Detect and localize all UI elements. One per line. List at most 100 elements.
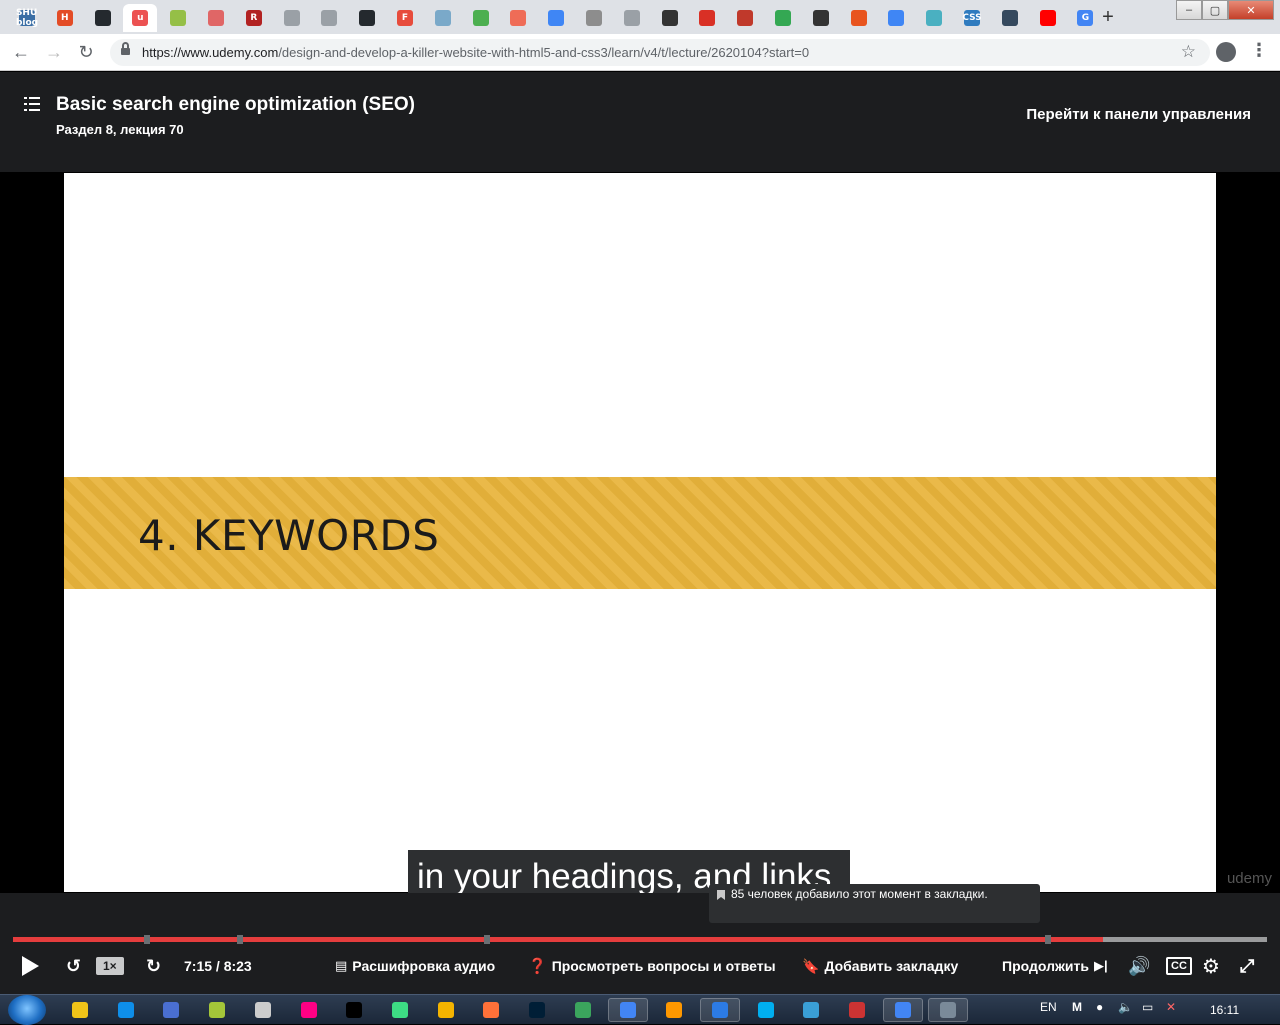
browser-tab[interactable]: [86, 4, 120, 32]
progress-fill: [13, 937, 1103, 942]
browser-tab[interactable]: [690, 4, 724, 32]
browser-tab[interactable]: [577, 4, 611, 32]
browser-tab[interactable]: [199, 4, 233, 32]
taskbar-app[interactable]: [791, 998, 831, 1022]
taskbar-app[interactable]: [654, 998, 694, 1022]
taskbar-app[interactable]: [563, 998, 603, 1022]
css-icon: CSS: [962, 10, 982, 26]
browser-tab[interactable]: F: [388, 4, 422, 32]
taskbar-app[interactable]: [60, 998, 100, 1022]
taskbar-app[interactable]: [699, 998, 740, 1022]
transcript-button[interactable]: ▤ Расшифровка аудио: [335, 953, 495, 979]
action-center-icon[interactable]: ✕: [1166, 1000, 1176, 1014]
minimize-button[interactable]: –: [1176, 0, 1202, 20]
continue-button[interactable]: Продолжить ▶|: [1002, 953, 1113, 979]
browser-tab[interactable]: [879, 4, 913, 32]
asterisk-icon: [510, 10, 527, 26]
browser-tab[interactable]: [464, 4, 498, 32]
taskbar-app[interactable]: [243, 998, 283, 1022]
forward-arrow-icon[interactable]: →: [43, 41, 65, 63]
taskbar-app[interactable]: [608, 998, 649, 1022]
taskbar-app[interactable]: [928, 998, 969, 1022]
explorer-icon: [72, 1002, 88, 1018]
browser-tab[interactable]: [615, 4, 649, 32]
taskbar-app[interactable]: [334, 998, 374, 1022]
chrome-icon: [620, 1002, 637, 1018]
tray-app-icon[interactable]: ●: [1096, 1000, 1103, 1014]
taskbar-app[interactable]: [380, 998, 420, 1022]
browser-tab[interactable]: CSS: [955, 4, 989, 32]
browser-tab[interactable]: [501, 4, 535, 32]
browser-tab[interactable]: [1031, 4, 1065, 32]
browser-tab[interactable]: [426, 4, 460, 32]
browser-tab[interactable]: H: [48, 4, 82, 32]
taskbar-app[interactable]: [882, 998, 923, 1022]
taskbar-app[interactable]: [471, 998, 511, 1022]
address-bar[interactable]: https://www.udemy.com/design-and-develop…: [110, 39, 1210, 66]
dashboard-link[interactable]: Перейти к панели управления: [1026, 106, 1251, 123]
qa-button[interactable]: ❓ Просмотреть вопросы и ответы: [528, 953, 776, 979]
browser-tab[interactable]: [312, 4, 346, 32]
browser-tab[interactable]: [161, 4, 195, 32]
progress-bar[interactable]: [13, 935, 1267, 944]
browser-tab[interactable]: [350, 4, 384, 32]
browser-tab[interactable]: [842, 4, 876, 32]
start-button[interactable]: [8, 995, 46, 1025]
back-arrow-icon[interactable]: ←: [10, 41, 32, 63]
udemy-icon: u: [132, 10, 149, 26]
browser-tab[interactable]: [728, 4, 762, 32]
taskbar-app[interactable]: [106, 998, 146, 1022]
clock[interactable]: 16:11: [1210, 1003, 1239, 1017]
drive-icon: [586, 10, 602, 26]
browser-tab[interactable]: [917, 4, 951, 32]
close-window-button[interactable]: ✕: [1228, 0, 1274, 20]
bookmark-marker[interactable]: [484, 935, 490, 944]
taskbar-app[interactable]: [426, 998, 466, 1022]
play-button[interactable]: [22, 953, 39, 979]
taskbar-app[interactable]: [517, 998, 557, 1022]
curriculum-list-icon[interactable]: [24, 97, 40, 111]
browser-tab[interactable]: [275, 4, 309, 32]
bookmark-marker[interactable]: [236, 935, 243, 944]
rewind-button[interactable]: ↺: [66, 953, 86, 979]
taskbar-app[interactable]: [151, 998, 191, 1022]
taskbar-app[interactable]: [197, 998, 237, 1022]
language-indicator[interactable]: EN: [1040, 1000, 1057, 1014]
maximize-button[interactable]: ▢: [1202, 0, 1228, 20]
shield-icon: [850, 10, 867, 26]
browser-tab[interactable]: [804, 4, 838, 32]
playback-rate-button[interactable]: 1×: [96, 953, 124, 979]
browser-menu-icon[interactable]: ⋮: [1250, 40, 1268, 61]
image-icon: [888, 10, 905, 26]
video-player[interactable]: 4. KEYWORDS udemy in your headings, and …: [0, 172, 1280, 893]
document-icon: ▤: [335, 958, 348, 973]
browser-tab[interactable]: [766, 4, 800, 32]
taskbar-app[interactable]: [837, 998, 877, 1022]
browser-tab[interactable]: u: [123, 4, 158, 32]
browser-tab[interactable]: R: [237, 4, 271, 32]
reload-icon[interactable]: ↻: [75, 41, 97, 63]
fullscreen-button[interactable]: ⤢: [1240, 953, 1259, 979]
window-icon: [434, 10, 451, 26]
taskbar-app[interactable]: [289, 998, 329, 1022]
browser-tab[interactable]: [539, 4, 573, 32]
bookmark-marker[interactable]: [1044, 935, 1051, 944]
speaker-icon[interactable]: 🔈: [1118, 1000, 1133, 1014]
browser-tab[interactable]: [993, 4, 1027, 32]
leaf-icon: [391, 1002, 408, 1018]
tray-m-icon[interactable]: M: [1072, 1000, 1082, 1014]
browser-tab[interactable]: SHU blog: [10, 4, 44, 32]
url-text[interactable]: https://www.udemy.com/design-and-develop…: [142, 45, 809, 60]
add-bookmark-button[interactable]: 🔖 Добавить закладку: [802, 953, 958, 979]
bookmark-marker[interactable]: [144, 935, 151, 944]
bookmark-star-icon[interactable]: ☆: [1181, 42, 1196, 62]
new-tab-button[interactable]: +: [1096, 6, 1120, 28]
captions-button[interactable]: CC: [1166, 953, 1192, 979]
settings-button[interactable]: ⚙: [1202, 953, 1225, 979]
taskbar-app[interactable]: [746, 998, 786, 1022]
forward-button[interactable]: ↻: [146, 953, 166, 979]
profile-avatar-icon[interactable]: [1216, 42, 1236, 62]
browser-tab[interactable]: [653, 4, 687, 32]
volume-button[interactable]: 🔊: [1128, 953, 1155, 979]
network-icon[interactable]: ▭: [1142, 1000, 1153, 1014]
